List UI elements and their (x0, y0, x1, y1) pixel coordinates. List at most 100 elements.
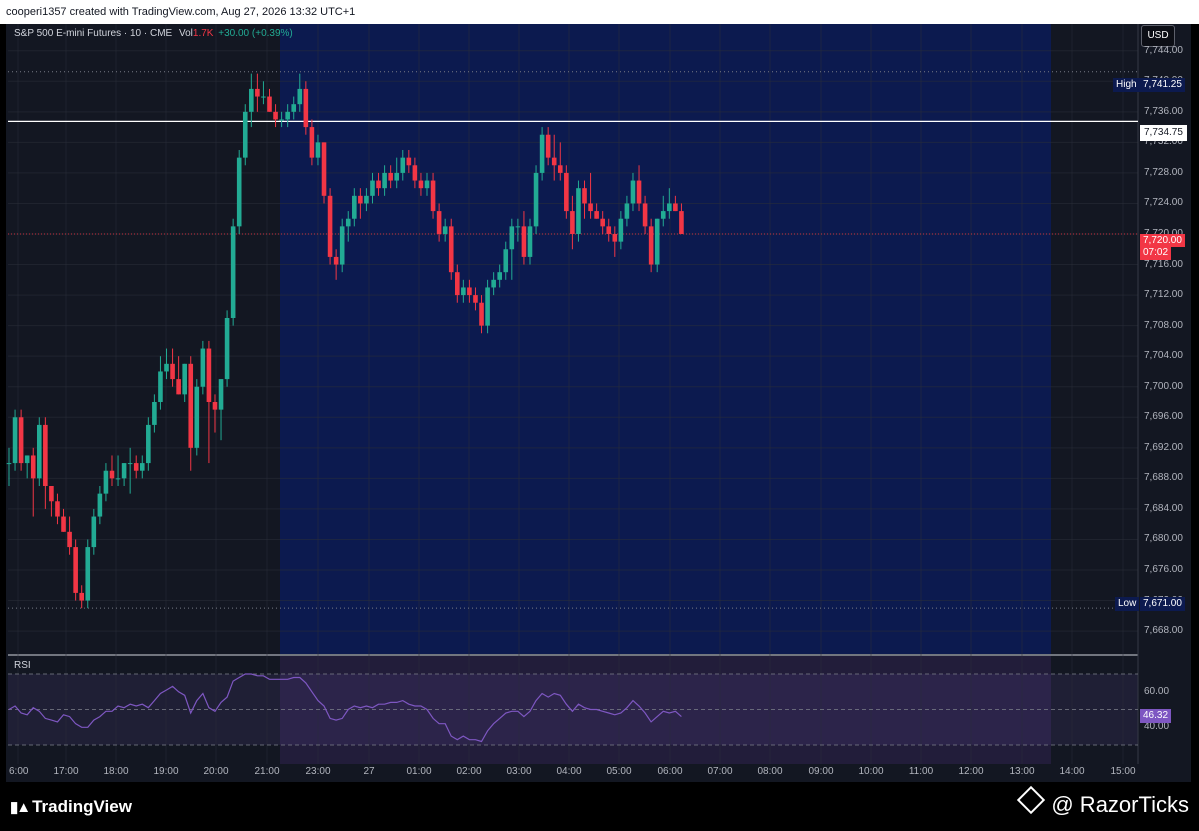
candle-body (224, 318, 230, 380)
candle-body (291, 104, 297, 112)
candle-body (515, 226, 521, 228)
candle-body (606, 226, 612, 234)
candle-body (133, 463, 139, 471)
candle-body (430, 180, 436, 212)
candle-body (91, 516, 97, 548)
currency-button[interactable]: USD (1141, 25, 1175, 47)
candle-body (109, 470, 115, 479)
time-tick-label: 04:00 (556, 766, 582, 777)
candle-body (18, 417, 24, 464)
candle-body (570, 211, 575, 234)
candle-body (30, 455, 36, 479)
tradingview-logo[interactable]: ▮▲ TradingView (10, 797, 132, 817)
candle-body (521, 226, 527, 257)
candle-body (667, 203, 672, 212)
candle-body (412, 165, 418, 181)
candle-body (158, 371, 163, 402)
candle-body (321, 142, 327, 196)
rsi-tick-label: 40.00 (1144, 721, 1170, 733)
price-tick-label: 7,680.00 (1144, 533, 1183, 545)
candle-body (139, 463, 145, 471)
candle-body (648, 226, 654, 265)
time-tick-label: 01:00 (406, 766, 432, 777)
candle-body (612, 234, 618, 242)
candle-body (218, 379, 224, 410)
candle-body (333, 256, 339, 265)
price-tick-label: 7,744.00 (1144, 44, 1183, 56)
change-value: +30.00 (+0.39%) (218, 28, 293, 39)
rsi-title[interactable]: RSI (14, 660, 31, 671)
time-tick-label: 23:00 (305, 766, 331, 777)
candle-body (345, 218, 351, 227)
price-tick-label: 7,716.00 (1144, 258, 1183, 270)
time-tick-label: 05:00 (606, 766, 632, 777)
candle-body (273, 111, 278, 120)
price-tick-label: 7,668.00 (1144, 625, 1183, 637)
candle-body (164, 363, 169, 372)
footer-bar (0, 782, 1199, 831)
candle-body (146, 424, 151, 464)
candle-body (249, 88, 254, 112)
price-tick-label: 7,692.00 (1144, 441, 1183, 453)
time-tick-label: 02:00 (456, 766, 482, 777)
candle-body (261, 96, 266, 98)
candle-body (49, 486, 54, 502)
candle-body (485, 287, 490, 326)
candle-body (339, 226, 345, 265)
high-price-label: 7,741.25 (1140, 78, 1185, 92)
candle-body (400, 157, 406, 173)
candle-body (279, 119, 284, 121)
symbol-title[interactable]: S&P 500 E-mini Futures · 10 · CME (14, 28, 172, 39)
price-tick-label: 7,704.00 (1144, 350, 1183, 362)
candle-body (152, 402, 157, 425)
price-tick-label: 7,712.00 (1144, 289, 1183, 301)
time-tick-label: 10:00 (858, 766, 884, 777)
candle-body (43, 424, 48, 486)
candle-body (527, 226, 533, 257)
candle-body (576, 188, 581, 234)
candle-body (242, 111, 248, 158)
candle-body (236, 157, 242, 227)
candle-body (479, 302, 484, 326)
candle-body (364, 195, 369, 204)
candle-body (594, 211, 599, 219)
candle-body (103, 470, 109, 494)
candle-body (442, 226, 448, 234)
candle-body (467, 287, 472, 296)
candle-body (115, 478, 121, 480)
candle-body (188, 363, 194, 448)
candle-body (654, 218, 660, 265)
symbol-legend[interactable]: S&P 500 E-mini Futures · 10 · CME Vol1.7… (14, 27, 293, 40)
candle-body (170, 363, 175, 380)
candle-body (382, 172, 387, 189)
time-tick-label: 12:00 (958, 766, 984, 777)
time-tick-label: 15:00 (1110, 766, 1136, 777)
candle-body (660, 211, 666, 219)
candle-body (6, 463, 12, 465)
time-tick-label: 07:00 (707, 766, 733, 777)
price-tick-label: 7,688.00 (1144, 472, 1183, 484)
time-tick-label: 18:00 (103, 766, 129, 777)
candle-body (630, 180, 636, 204)
countdown-label: 07:02 (1140, 247, 1172, 260)
candle-body (285, 111, 290, 120)
time-tick-label: 13:00 (1009, 766, 1035, 777)
chart-canvas[interactable] (0, 0, 1199, 831)
tradingview-wordmark: TradingView (32, 797, 132, 816)
time-tick-label: 27 (363, 766, 375, 777)
candle-body (636, 180, 642, 204)
candle-body (418, 180, 424, 189)
candle-body (491, 279, 496, 288)
candle-body (85, 547, 91, 601)
price-tick-label: 7,708.00 (1144, 319, 1183, 331)
candle-body (673, 203, 678, 212)
candle-body (394, 172, 400, 181)
candle-body (436, 211, 442, 234)
candle-body (24, 455, 30, 464)
candle-body (267, 96, 272, 112)
candle-body (557, 165, 563, 173)
tradingview-mark-icon: ▮▲ (10, 799, 31, 816)
low-tag: Low (1115, 597, 1140, 611)
candle-body (194, 386, 200, 448)
candle-body (358, 195, 363, 204)
